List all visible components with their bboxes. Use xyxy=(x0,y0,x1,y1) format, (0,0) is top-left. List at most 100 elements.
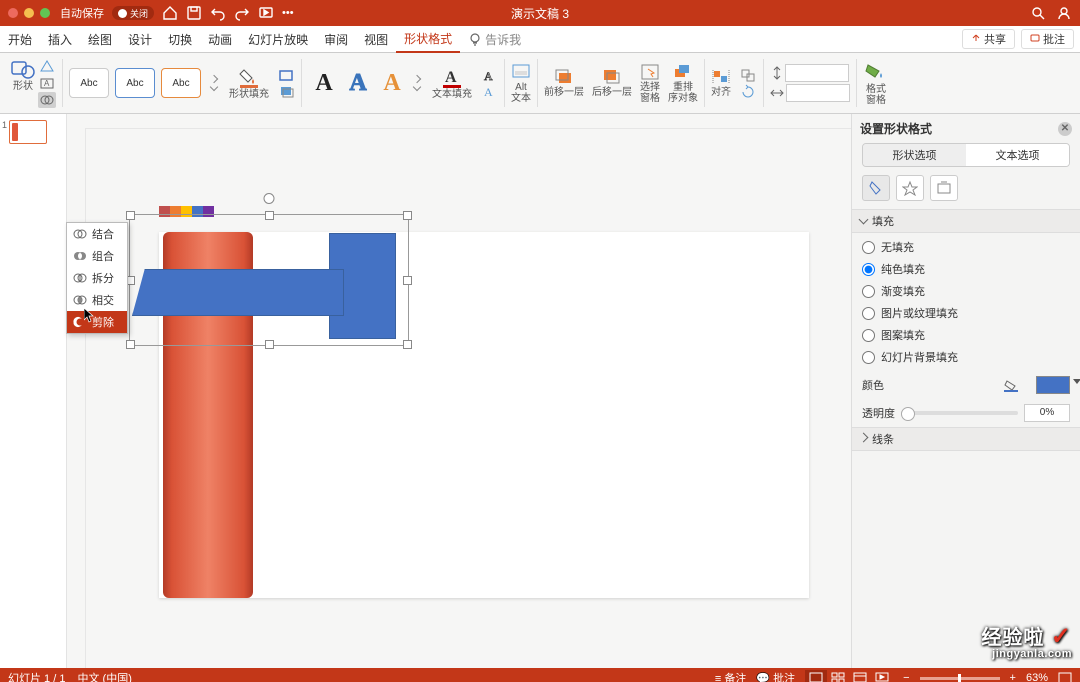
slideshow-view-icon[interactable] xyxy=(871,670,893,682)
text-outline-icon[interactable]: A xyxy=(480,67,498,83)
zoom-in[interactable]: + xyxy=(1010,672,1016,682)
merge-shapes-icon[interactable] xyxy=(38,92,56,108)
rotate-icon[interactable] xyxy=(739,83,757,99)
tab-shape-format[interactable]: 形状格式 xyxy=(396,25,460,53)
fill-picture[interactable]: 图片或纹理填充 xyxy=(862,305,1070,321)
merge-intersect[interactable]: 相交 xyxy=(67,289,127,311)
merge-union[interactable]: 结合 xyxy=(67,223,127,245)
resize-handle-s[interactable] xyxy=(265,340,274,349)
fill-pattern[interactable]: 图案填充 xyxy=(862,327,1070,343)
resize-handle-ne[interactable] xyxy=(403,211,412,220)
opacity-value[interactable]: 0% xyxy=(1024,404,1070,422)
alt-text-group[interactable]: Alt 文本 xyxy=(507,55,535,111)
section-fill-header[interactable]: 填充 xyxy=(852,209,1080,233)
fill-none[interactable]: 无填充 xyxy=(862,239,1070,255)
redo-icon[interactable] xyxy=(234,5,250,21)
wordart-gallery-more[interactable] xyxy=(410,69,424,97)
slide-counter[interactable]: 幻灯片 1 / 1 xyxy=(8,670,65,682)
send-backward[interactable]: 后移一层 xyxy=(588,55,636,111)
width-field[interactable] xyxy=(786,84,850,102)
merge-fragment[interactable]: 拆分 xyxy=(67,267,127,289)
close-window[interactable] xyxy=(8,8,18,18)
shape-outline-icon[interactable] xyxy=(277,67,295,83)
zoom-out[interactable]: − xyxy=(903,672,909,682)
wordart-preset-3[interactable]: A xyxy=(376,68,408,98)
reorder-objects[interactable]: 重排 序对象 xyxy=(664,55,702,111)
undo-icon[interactable] xyxy=(210,5,226,21)
tell-me[interactable]: 告诉我 xyxy=(460,26,529,52)
tab-design[interactable]: 设计 xyxy=(120,26,160,52)
search-icon[interactable] xyxy=(1030,5,1046,21)
resize-handle-se[interactable] xyxy=(403,340,412,349)
insert-shape-icon[interactable] xyxy=(10,58,36,80)
autosave-toggle[interactable]: 关闭 xyxy=(112,6,154,20)
style-preset-1[interactable]: Abc xyxy=(69,68,109,98)
fill-solid[interactable]: 纯色填充 xyxy=(862,261,1070,277)
style-preset-3[interactable]: Abc xyxy=(161,68,201,98)
tab-slideshow[interactable]: 幻灯片放映 xyxy=(240,26,316,52)
close-pane-icon[interactable]: ✕ xyxy=(1058,122,1072,136)
tab-insert[interactable]: 插入 xyxy=(40,26,80,52)
shape-fill-icon[interactable] xyxy=(238,66,260,88)
style-gallery-more[interactable] xyxy=(207,69,221,97)
comments-button[interactable]: 批注 xyxy=(1021,29,1074,49)
maximize-window[interactable] xyxy=(40,8,50,18)
fill-color-picker[interactable] xyxy=(1036,376,1070,394)
reading-view-icon[interactable] xyxy=(849,670,871,682)
language-indicator[interactable]: 中文 (中国) xyxy=(77,670,131,682)
fit-to-window-icon[interactable] xyxy=(1058,672,1072,682)
wordart-preset-1[interactable]: A xyxy=(308,68,340,98)
wordart-preset-2[interactable]: A xyxy=(342,68,374,98)
selection-pane[interactable]: 选择 窗格 xyxy=(636,55,664,111)
text-effects-icon[interactable]: A xyxy=(480,83,498,99)
fill-slide-bg[interactable]: 幻灯片背景填充 xyxy=(862,349,1070,365)
from-beginning-icon[interactable] xyxy=(258,5,274,21)
tab-transitions[interactable]: 切换 xyxy=(160,26,200,52)
style-preset-2[interactable]: Abc xyxy=(115,68,155,98)
fill-line-tab-icon[interactable] xyxy=(862,175,890,201)
resize-handle-sw[interactable] xyxy=(126,340,135,349)
tab-home[interactable]: 开始 xyxy=(0,26,40,52)
fill-gradient[interactable]: 渐变填充 xyxy=(862,283,1070,299)
zoom-slider[interactable] xyxy=(920,677,1000,680)
qat-more[interactable]: ••• xyxy=(282,7,294,19)
notes-toggle[interactable]: ≡ 备注 xyxy=(715,670,746,682)
tab-animations[interactable]: 动画 xyxy=(200,26,240,52)
edit-shape-icon[interactable] xyxy=(38,58,56,74)
share-button[interactable]: 共享 xyxy=(962,29,1015,49)
tab-view[interactable]: 视图 xyxy=(356,26,396,52)
bring-forward[interactable]: 前移一层 xyxy=(540,55,588,111)
text-fill-icon[interactable]: A xyxy=(441,66,463,88)
account-icon[interactable] xyxy=(1056,5,1072,21)
opacity-slider[interactable] xyxy=(901,411,1018,415)
tab-draw[interactable]: 绘图 xyxy=(80,26,120,52)
group-icon[interactable] xyxy=(739,67,757,83)
resize-handle-n[interactable] xyxy=(265,211,274,220)
align-group[interactable]: 对齐 xyxy=(707,55,735,111)
comments-toggle[interactable]: 💬 批注 xyxy=(756,670,795,682)
rotate-handle[interactable] xyxy=(264,193,275,204)
height-field[interactable] xyxy=(785,64,849,82)
tab-shape-options[interactable]: 形状选项 xyxy=(863,144,966,166)
home-icon[interactable] xyxy=(162,5,178,21)
size-tab-icon[interactable] xyxy=(930,175,958,201)
thumbnail-1[interactable]: 1 xyxy=(2,120,64,144)
effects-tab-icon[interactable] xyxy=(896,175,924,201)
resize-handle-nw[interactable] xyxy=(126,211,135,220)
shape-effects-icon[interactable] xyxy=(277,83,295,99)
fill-bucket-icon[interactable] xyxy=(1004,378,1020,392)
section-line-header[interactable]: 线条 xyxy=(852,427,1080,451)
format-pane-button[interactable]: 格式 窗格 xyxy=(859,55,893,111)
sorter-view-icon[interactable] xyxy=(827,670,849,682)
merge-combine[interactable]: 组合 xyxy=(67,245,127,267)
tab-review[interactable]: 审阅 xyxy=(316,26,356,52)
tab-text-options[interactable]: 文本选项 xyxy=(966,144,1069,166)
zoom-level[interactable]: 63% xyxy=(1026,672,1048,682)
text-box-icon[interactable]: A xyxy=(38,75,56,91)
resize-handle-e[interactable] xyxy=(403,276,412,285)
save-icon[interactable] xyxy=(186,5,202,21)
normal-view-icon[interactable] xyxy=(805,670,827,682)
merge-subtract[interactable]: 剪除 xyxy=(67,311,127,333)
minimize-window[interactable] xyxy=(24,8,34,18)
slide-canvas[interactable] xyxy=(67,114,851,668)
